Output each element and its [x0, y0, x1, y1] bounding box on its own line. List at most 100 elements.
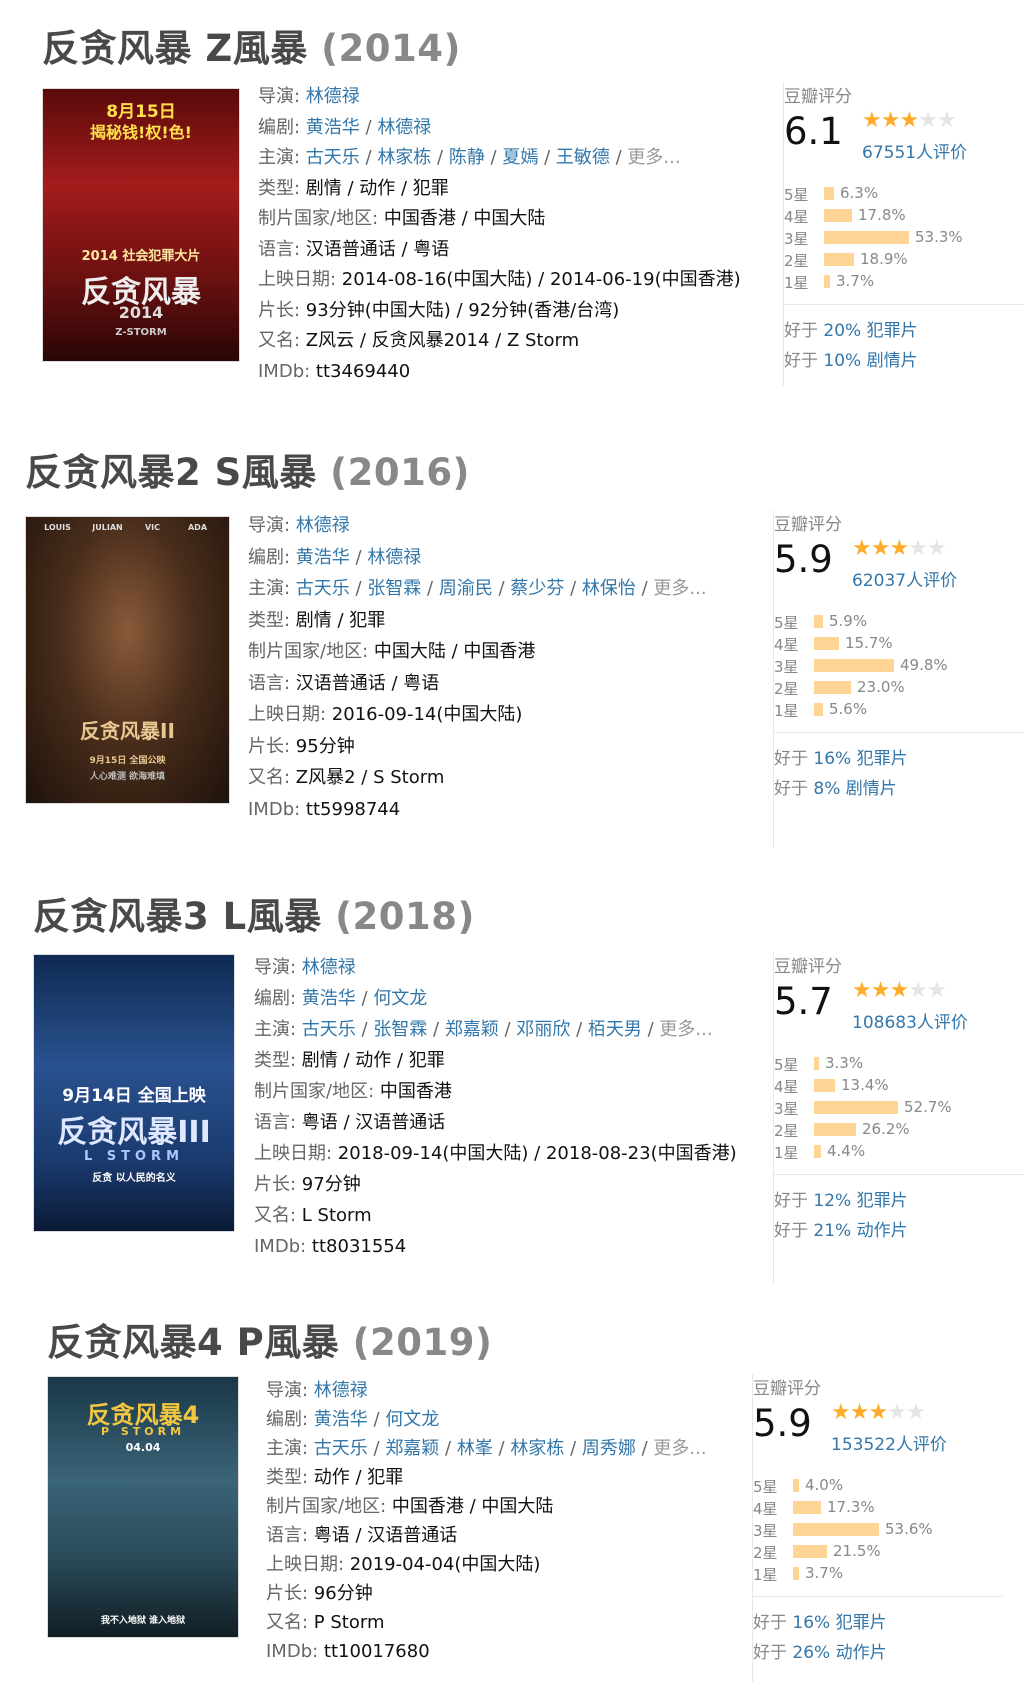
cast-link[interactable]: 郑嘉颖 — [445, 1019, 499, 1040]
star-icon: ★ — [889, 536, 909, 561]
vote-count-link[interactable]: 67551人评价 — [862, 138, 967, 163]
cast-link[interactable]: 林家栋 — [510, 1438, 564, 1459]
cast-link[interactable]: 栢天男 — [588, 1019, 642, 1040]
writer-link[interactable]: 何文龙 — [373, 988, 427, 1009]
info-label: 语言: — [248, 672, 296, 694]
info-label: 语言: — [258, 238, 306, 260]
cast-link[interactable]: 王敏德 — [556, 147, 610, 168]
better-than-item[interactable]: 好于 12% 犯罪片 — [774, 1186, 908, 1216]
info-label: 片长: — [254, 1174, 302, 1195]
rating-distribution: 5星 6.3% 4星 17.8% 3星 53.3% 2星 18.9% 1星 3.7% — [784, 182, 1004, 292]
release-value: 2018-09-14(中国大陆) / 2018-08-23(中国香港) — [337, 1143, 737, 1164]
distribution-star-label: 1星 — [774, 1144, 799, 1162]
cast-link[interactable]: 林家栋 — [377, 147, 431, 168]
distribution-row: 3星 49.8% — [774, 654, 994, 676]
movie-title[interactable]: 反贪风暴3 L風暴 (2018) — [33, 886, 475, 940]
separator: / — [367, 1438, 386, 1459]
star-icon: ★ — [889, 978, 909, 1003]
cast-link[interactable]: 古天乐 — [296, 578, 350, 599]
star-icon: ★ — [936, 108, 957, 133]
separator: / — [641, 1019, 660, 1040]
writer-link[interactable]: 何文龙 — [385, 1409, 439, 1430]
better-percent: 21% — [813, 1221, 852, 1241]
info-label: 上映日期: — [258, 269, 342, 290]
poster-text: ADA — [187, 523, 208, 532]
writer-link[interactable]: 林德禄 — [367, 547, 421, 568]
genre-row: 类型: 剧情 / 动作 / 犯罪 — [254, 1045, 737, 1076]
info-label: 制片国家/地区: — [258, 208, 384, 229]
writer-link[interactable]: 黄浩华 — [296, 547, 350, 568]
separator: / — [635, 1438, 654, 1459]
runtime-value: 95分钟 — [295, 735, 355, 757]
better-than-item[interactable]: 好于 16% 犯罪片 — [774, 744, 908, 774]
distribution-percent: 3.7% — [805, 1564, 844, 1582]
cast-link[interactable]: 蔡少芬 — [510, 578, 564, 599]
imdb-value: tt5998744 — [305, 798, 401, 820]
director-link[interactable]: 林德禄 — [296, 515, 350, 536]
cast-link[interactable]: 夏嫣 — [502, 147, 538, 168]
cast-link[interactable]: 周秀娜 — [582, 1438, 636, 1459]
movie-title[interactable]: 反贪风暴2 S風暴 (2016) — [25, 442, 470, 496]
better-genre: 犯罪片 — [866, 321, 918, 341]
director-link[interactable]: 林德禄 — [314, 1380, 368, 1401]
cast-link[interactable]: 郑嘉颖 — [385, 1438, 439, 1459]
imdb-row: IMDb: tt3469440 — [258, 357, 741, 388]
distribution-percent: 15.7% — [845, 634, 893, 652]
better-than-item[interactable]: 好于 8% 剧情片 — [774, 774, 908, 804]
info-label: IMDb: — [266, 1641, 324, 1662]
cast-link[interactable]: 陈静 — [449, 147, 485, 168]
movie-poster[interactable]: LOUIS JULIAN VIC ADA 反贪风暴II 9月15日 全国公映 人心难测 欲海… — [25, 516, 230, 804]
info-label: IMDb: — [254, 1236, 312, 1257]
region-value: 中国香港 — [379, 1081, 452, 1102]
cast-link[interactable]: 邓丽欣 — [516, 1019, 570, 1040]
writer-link[interactable]: 黄浩华 — [306, 117, 360, 138]
release-value: 2016-09-14(中国大陆) — [331, 704, 523, 725]
cast-link[interactable]: 古天乐 — [314, 1438, 368, 1459]
movie-poster[interactable]: 8月15日 揭秘钱!权!色! 2014 社会犯罪大片 反贪风暴 2014 Z-STORM — [42, 88, 240, 362]
aka-row: 又名: L Storm — [254, 1200, 737, 1231]
better-than-item[interactable]: 好于 20% 犯罪片 — [784, 316, 918, 346]
distribution-percent: 13.4% — [841, 1076, 889, 1094]
vote-count-link[interactable]: 108683人评价 — [852, 1008, 968, 1033]
better-than-item[interactable]: 好于 21% 动作片 — [774, 1216, 908, 1246]
movie-info: 导演: 林德禄 编剧: 黄浩华 / 林德禄 主演: 古天乐 / 林家栋 / 陈静 /… — [258, 82, 741, 387]
distribution-bar — [824, 209, 852, 222]
movie-title[interactable]: 反贪风暴 Z風暴 (2014) — [42, 18, 461, 72]
rating-score: 5.9 — [753, 1402, 812, 1445]
distribution-star-label: 2星 — [784, 252, 809, 270]
cast-link[interactable]: 古天乐 — [302, 1019, 356, 1040]
distribution-percent: 17.3% — [827, 1498, 875, 1516]
genre-row: 类型: 剧情 / 犯罪 — [248, 605, 707, 637]
more-cast-link[interactable]: 更多... — [627, 147, 680, 168]
vote-count-link[interactable]: 153522人评价 — [831, 1430, 947, 1455]
movie-poster[interactable]: 反贪风暴4 P STORM 04.04 我不入地狱 谁入地狱 — [47, 1376, 239, 1638]
cast-link[interactable]: 张智霖 — [373, 1019, 427, 1040]
more-cast-link[interactable]: 更多... — [659, 1019, 712, 1040]
writer-row: 编剧: 黄浩华 / 何文龙 — [266, 1405, 707, 1434]
distribution-bar — [814, 615, 823, 628]
writer-link[interactable]: 黄浩华 — [302, 988, 356, 1009]
vote-count-link[interactable]: 62037人评价 — [852, 566, 957, 591]
cast-link[interactable]: 古天乐 — [306, 147, 360, 168]
better-than-item[interactable]: 好于 10% 剧情片 — [784, 346, 918, 376]
movie-section: 反贪风暴2 S風暴 (2016) LOUIS JULIAN VIC ADA 反贪风暴II 9… — [0, 422, 1024, 862]
better-genre: 犯罪片 — [835, 1613, 887, 1633]
distribution-row: 1星 4.4% — [774, 1140, 994, 1162]
more-cast-link[interactable]: 更多... — [653, 1438, 706, 1459]
more-cast-link[interactable]: 更多... — [653, 578, 706, 599]
better-than-item[interactable]: 好于 26% 动作片 — [753, 1638, 887, 1668]
cast-link[interactable]: 周渝民 — [439, 578, 493, 599]
cast-link[interactable]: 林峯 — [457, 1438, 493, 1459]
writer-link[interactable]: 林德禄 — [377, 117, 431, 138]
better-percent: 16% — [813, 749, 852, 769]
better-than-item[interactable]: 好于 16% 犯罪片 — [753, 1608, 887, 1638]
director-link[interactable]: 林德禄 — [302, 957, 356, 978]
cast-link[interactable]: 林保怡 — [582, 578, 636, 599]
imdb-value: tt3469440 — [315, 360, 411, 382]
director-link[interactable]: 林德禄 — [306, 86, 360, 107]
cast-link[interactable]: 张智霖 — [367, 578, 421, 599]
movie-poster[interactable]: 9月14日 全国上映 反贪风暴III L STORM 反贪 以人民的名义 — [33, 954, 235, 1232]
aka-value: L Storm — [301, 1205, 372, 1226]
movie-title[interactable]: 反贪风暴4 P風暴 (2019) — [47, 1312, 492, 1366]
writer-link[interactable]: 黄浩华 — [314, 1409, 368, 1430]
